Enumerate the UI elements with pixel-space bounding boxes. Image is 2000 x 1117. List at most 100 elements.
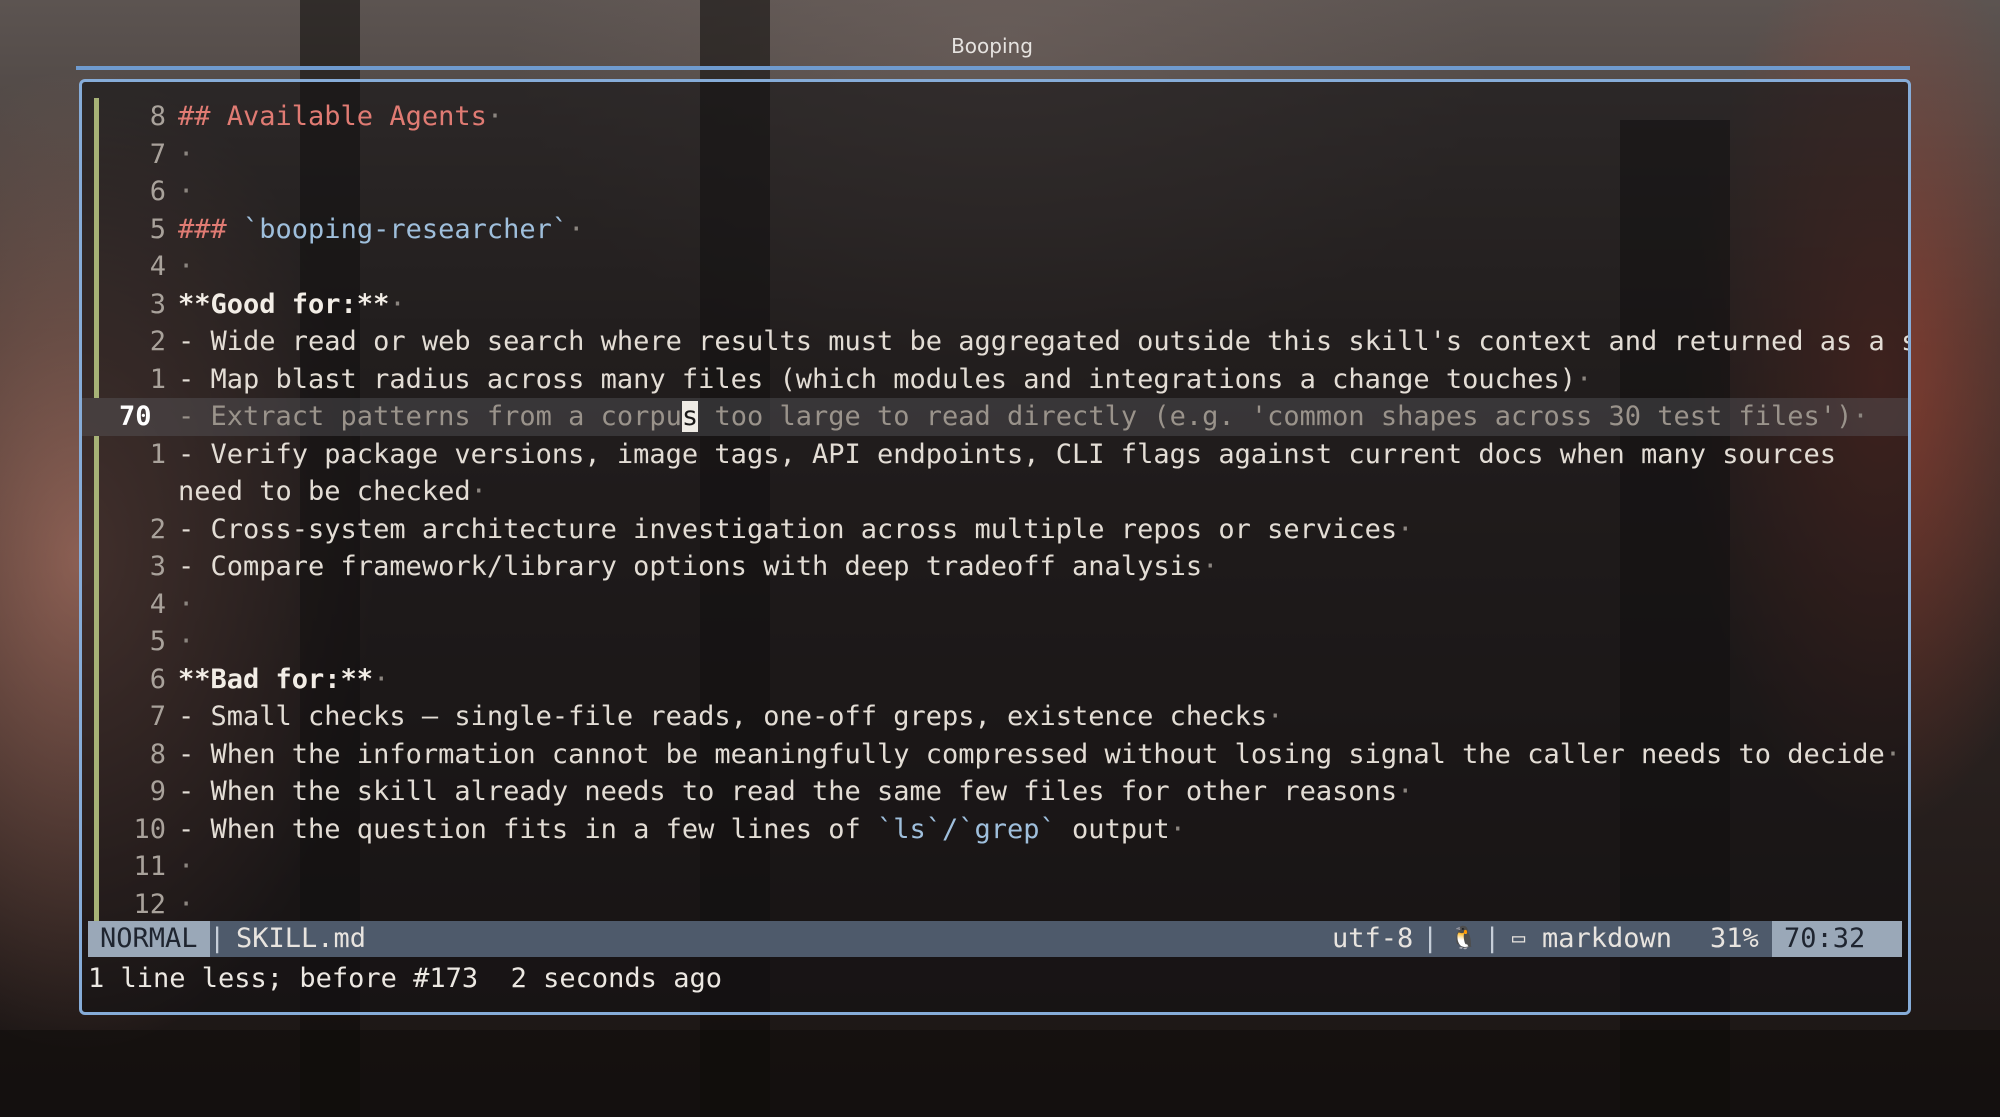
git-gutter-marker bbox=[94, 435, 99, 511]
line-content: ## Available Agents· bbox=[178, 98, 503, 136]
text-token: **Good for:** bbox=[178, 288, 390, 320]
text-token: ## Available Agents bbox=[178, 101, 487, 132]
editor-line[interactable]: 6 · bbox=[82, 173, 1908, 211]
text-token: · bbox=[1169, 813, 1186, 845]
text-token: · bbox=[1267, 701, 1284, 732]
text-token: - Small checks — single-file reads, one-… bbox=[178, 701, 1268, 732]
text-token: `booping-researcher` bbox=[243, 213, 569, 245]
statusline-encoding: utf-8 bbox=[1332, 923, 1414, 954]
editor-line[interactable]: 4 · bbox=[82, 248, 1908, 286]
text-token: · bbox=[568, 213, 585, 245]
line-content: · bbox=[178, 886, 194, 924]
git-gutter-marker bbox=[94, 623, 99, 661]
editor-buffer[interactable]: 8 ## Available Agents· 7 · 6 · 5 ### `booping-r… bbox=[82, 98, 1908, 923]
editor-line[interactable]: 8 ## Available Agents· bbox=[82, 98, 1908, 136]
mode-indicator: NORMAL bbox=[88, 921, 210, 957]
statusline-cursor-position: 70:32 bbox=[1772, 921, 1902, 957]
git-gutter-marker bbox=[94, 360, 99, 398]
statusline-percent: 31% bbox=[1710, 923, 1759, 954]
text-token: - Cross-system architecture investigatio… bbox=[178, 513, 1398, 545]
statusline: NORMAL | SKILL.md utf-8 | 🐧 | ▭ markdown… bbox=[88, 921, 1902, 957]
line-number: 2 bbox=[149, 326, 166, 357]
line-number: 8 bbox=[149, 101, 166, 132]
text-token: · bbox=[178, 851, 195, 882]
line-content: - Small checks — single-file reads, one-… bbox=[178, 698, 1283, 736]
editor-line[interactable]: 11 · bbox=[82, 848, 1908, 886]
text-cursor: s bbox=[681, 401, 699, 432]
line-number: 6 bbox=[149, 176, 166, 207]
line-number: 1 bbox=[149, 438, 166, 470]
editor-line[interactable]: 9 - When the skill already needs to read … bbox=[82, 773, 1908, 811]
text-token: output bbox=[1055, 813, 1170, 845]
line-number: 5 bbox=[149, 626, 166, 657]
git-gutter-marker bbox=[94, 285, 99, 323]
background-beam bbox=[0, 1030, 2000, 1117]
line-content: **Bad for:**· bbox=[178, 661, 389, 699]
line-number: 70 bbox=[119, 401, 152, 432]
line-content: · bbox=[178, 586, 194, 624]
editor-line[interactable]: 7 - Small checks — single-file reads, one… bbox=[82, 698, 1908, 736]
filetype-icon: ▭ bbox=[1512, 926, 1526, 951]
line-number: 10 bbox=[133, 813, 166, 845]
editor-line[interactable]: 3 - Compare framework/library options wit… bbox=[82, 548, 1908, 586]
git-gutter-marker bbox=[94, 173, 99, 211]
text-token: - When the skill already needs to read t… bbox=[178, 776, 1398, 807]
line-content: · bbox=[178, 848, 194, 886]
git-gutter-marker bbox=[94, 510, 99, 548]
git-gutter-marker bbox=[94, 548, 99, 586]
editor-line[interactable]: 4 · bbox=[82, 585, 1908, 624]
text-token: · bbox=[389, 288, 406, 320]
text-token: · bbox=[373, 663, 390, 695]
line-content: - When the information cannot be meaning… bbox=[178, 736, 1901, 774]
terminal-window[interactable]: 8 ## Available Agents· 7 · 6 · 5 ### `booping-r… bbox=[79, 79, 1911, 1015]
command-line-message: 1 line less; before #173 2 seconds ago bbox=[88, 963, 722, 994]
line-number: 8 bbox=[149, 738, 166, 770]
line-content: · bbox=[178, 136, 194, 174]
text-token: · bbox=[1202, 551, 1219, 582]
line-content: - Cross-system architecture investigatio… bbox=[178, 511, 1413, 549]
editor-line[interactable]: 1 - Verify package versions, image tags, … bbox=[82, 435, 1908, 511]
text-token: - Map blast radius across many files (wh… bbox=[178, 363, 1576, 395]
desktop-background: Booping 8 ## Available Agents· 7 · 6 · 5 ### `b… bbox=[0, 0, 2000, 1117]
line-content: - When the question fits in a few lines … bbox=[178, 811, 1186, 849]
statusline-separator: | bbox=[1484, 923, 1501, 954]
linux-icon: 🐧 bbox=[1450, 926, 1478, 951]
text-token: · bbox=[178, 176, 195, 207]
text-token: · bbox=[178, 138, 195, 170]
git-gutter-marker bbox=[94, 810, 99, 848]
line-content: - Compare framework/library options with… bbox=[178, 548, 1218, 586]
text-token: ### bbox=[178, 213, 244, 245]
line-number: 5 bbox=[149, 213, 166, 245]
git-gutter-marker bbox=[94, 135, 99, 173]
editor-line[interactable]: 12 · bbox=[82, 885, 1908, 924]
editor-line[interactable]: 7 · bbox=[82, 135, 1908, 174]
text-token: · bbox=[1884, 738, 1902, 770]
editor-line[interactable]: 3 **Good for:**· bbox=[82, 285, 1908, 323]
editor-line[interactable]: 10 - When the question fits in a few line… bbox=[82, 810, 1908, 849]
editor-line[interactable]: 2 - Wide read or web search where results… bbox=[82, 323, 1908, 361]
line-number: 3 bbox=[149, 288, 166, 320]
line-number: 7 bbox=[149, 701, 166, 732]
text-token: · bbox=[178, 626, 195, 657]
editor-line[interactable]: 5 ### `booping-researcher`· bbox=[82, 210, 1908, 249]
current-line[interactable]: 70 - Extract patterns from a corpus too l… bbox=[82, 398, 1908, 436]
line-number: 9 bbox=[149, 776, 166, 807]
text-token: · bbox=[470, 476, 487, 507]
editor-line[interactable]: 2 - Cross-system architecture investigati… bbox=[82, 510, 1908, 549]
git-gutter-marker bbox=[94, 660, 99, 698]
line-content: · bbox=[178, 248, 194, 286]
editor-line[interactable]: 1 - Map blast radius across many files (w… bbox=[82, 360, 1908, 398]
git-gutter-marker bbox=[94, 885, 99, 923]
text-token: - Wide read or web search where results … bbox=[178, 326, 1911, 357]
editor-line[interactable]: 6 **Bad for:**· bbox=[82, 660, 1908, 699]
line-number: 1 bbox=[149, 363, 166, 395]
editor-line[interactable]: 8 - When the information cannot be meanin… bbox=[82, 735, 1908, 774]
text-token: · bbox=[178, 588, 195, 620]
line-number: 2 bbox=[149, 513, 166, 545]
line-content: ### `booping-researcher`· bbox=[178, 211, 584, 249]
line-number: 4 bbox=[149, 588, 166, 620]
text-token: · bbox=[1397, 513, 1414, 545]
git-gutter-marker bbox=[94, 848, 99, 886]
statusline-filetype: markdown bbox=[1542, 923, 1673, 954]
editor-line[interactable]: 5 · bbox=[82, 623, 1908, 661]
